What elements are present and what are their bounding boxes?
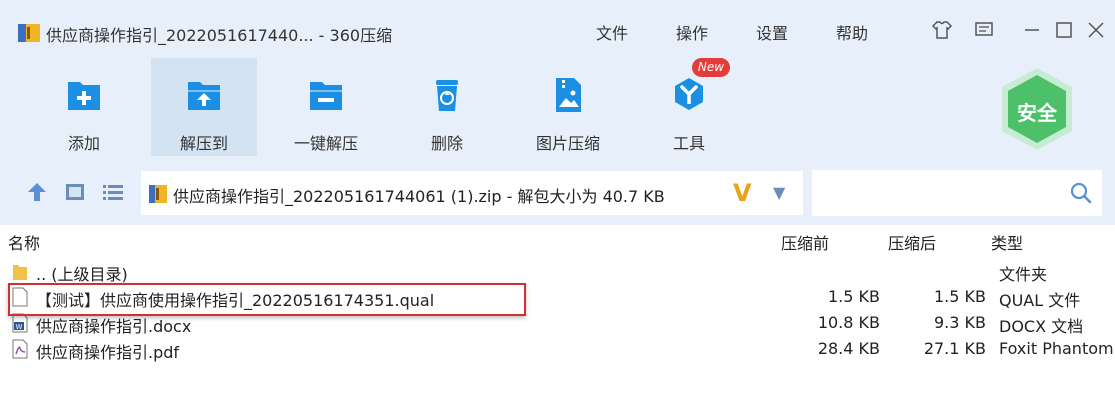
table-row[interactable]: .. (上级目录) 文件夹 [0,259,1115,285]
minimize-icon[interactable] [1020,18,1044,42]
v-logo-icon[interactable]: V [733,179,752,207]
image-compress-button[interactable]: 图片压缩 [515,58,621,156]
one-click-extract-icon [310,82,342,110]
folder-icon [13,265,27,280]
security-label: 安全 [1017,101,1057,125]
zip-file-icon [149,185,167,203]
skin-icon[interactable] [930,18,954,42]
column-uncompressed[interactable]: 压缩后 [888,230,936,254]
column-compressed[interactable]: 压缩前 [781,230,829,254]
file-name: 供应商操作指引.pdf [36,343,180,362]
size-after: 9.3 KB [934,313,986,332]
new-badge: New [692,58,730,77]
delete-label: 删除 [430,134,463,153]
size-after: 27.1 KB [923,339,986,358]
close-icon[interactable] [1084,18,1108,42]
column-name[interactable]: 名称 [8,230,40,254]
up-arrow-icon[interactable] [25,180,49,204]
tools-label: 工具 [672,134,705,153]
one-click-extract-label: 一键解压 [293,134,358,153]
add-icon [68,82,100,110]
title-bar: 供应商操作指引_2022051617440... - 360压缩 文件 操作 设… [0,0,1115,62]
size-before: 1.5 KB [828,287,880,306]
table-row[interactable]: 供应商操作指引.pdf 28.4 KB 27.1 KB Foxit Phanto… [0,337,1115,363]
highlight-box [8,283,526,316]
file-name: .. (上级目录) [36,265,128,284]
menu-help[interactable]: 帮助 [836,20,868,44]
delete-button[interactable]: 删除 [394,58,500,156]
chevron-down-icon[interactable]: ▼ [773,183,785,202]
maximize-icon[interactable] [1052,18,1076,42]
svg-text:W: W [16,323,23,331]
size-before: 28.4 KB [817,339,880,358]
pdf-icon [12,339,28,359]
zip-app-icon [18,24,40,42]
size-before: 10.8 KB [817,313,880,332]
address-bar[interactable]: 供应商操作指引_202205161744061 (1).zip - 解包大小为 … [140,170,804,216]
size-after: 1.5 KB [934,287,986,306]
search-input[interactable] [812,170,1102,216]
window-title: 供应商操作指引_2022051617440... - 360压缩 [46,26,393,45]
menu-settings[interactable]: 设置 [756,20,788,44]
list-view-icon[interactable] [101,180,125,204]
search-icon[interactable] [1070,182,1092,204]
add-label: 添加 [67,134,100,153]
thumbnail-view-icon[interactable] [63,180,87,204]
address-path: 供应商操作指引_202205161744061 (1).zip - 解包大小为 … [173,187,665,206]
menu-file[interactable]: 文件 [596,20,628,44]
file-name: 供应商操作指引.docx [36,317,192,336]
address-row: 供应商操作指引_202205161744061 (1).zip - 解包大小为 … [0,162,1115,224]
file-type: DOCX 文档 [999,317,1084,336]
extract-to-button[interactable]: 解压到 [151,58,257,156]
add-button[interactable]: 添加 [31,58,137,156]
tools-icon [675,78,703,110]
file-type: Foxit Phantom [999,339,1114,358]
delete-icon [436,80,458,111]
file-type: 文件夹 [999,265,1048,284]
column-type[interactable]: 类型 [991,230,1023,254]
word-doc-icon: W [12,313,28,333]
image-compress-label: 图片压缩 [535,134,600,153]
image-compress-icon [556,78,581,112]
menu-operation[interactable]: 操作 [676,20,708,44]
one-click-extract-button[interactable]: 一键解压 [273,58,379,156]
feedback-icon[interactable] [972,18,996,42]
extract-to-icon [188,82,220,110]
extract-to-label: 解压到 [179,134,228,153]
file-type: QUAL 文件 [999,291,1081,310]
